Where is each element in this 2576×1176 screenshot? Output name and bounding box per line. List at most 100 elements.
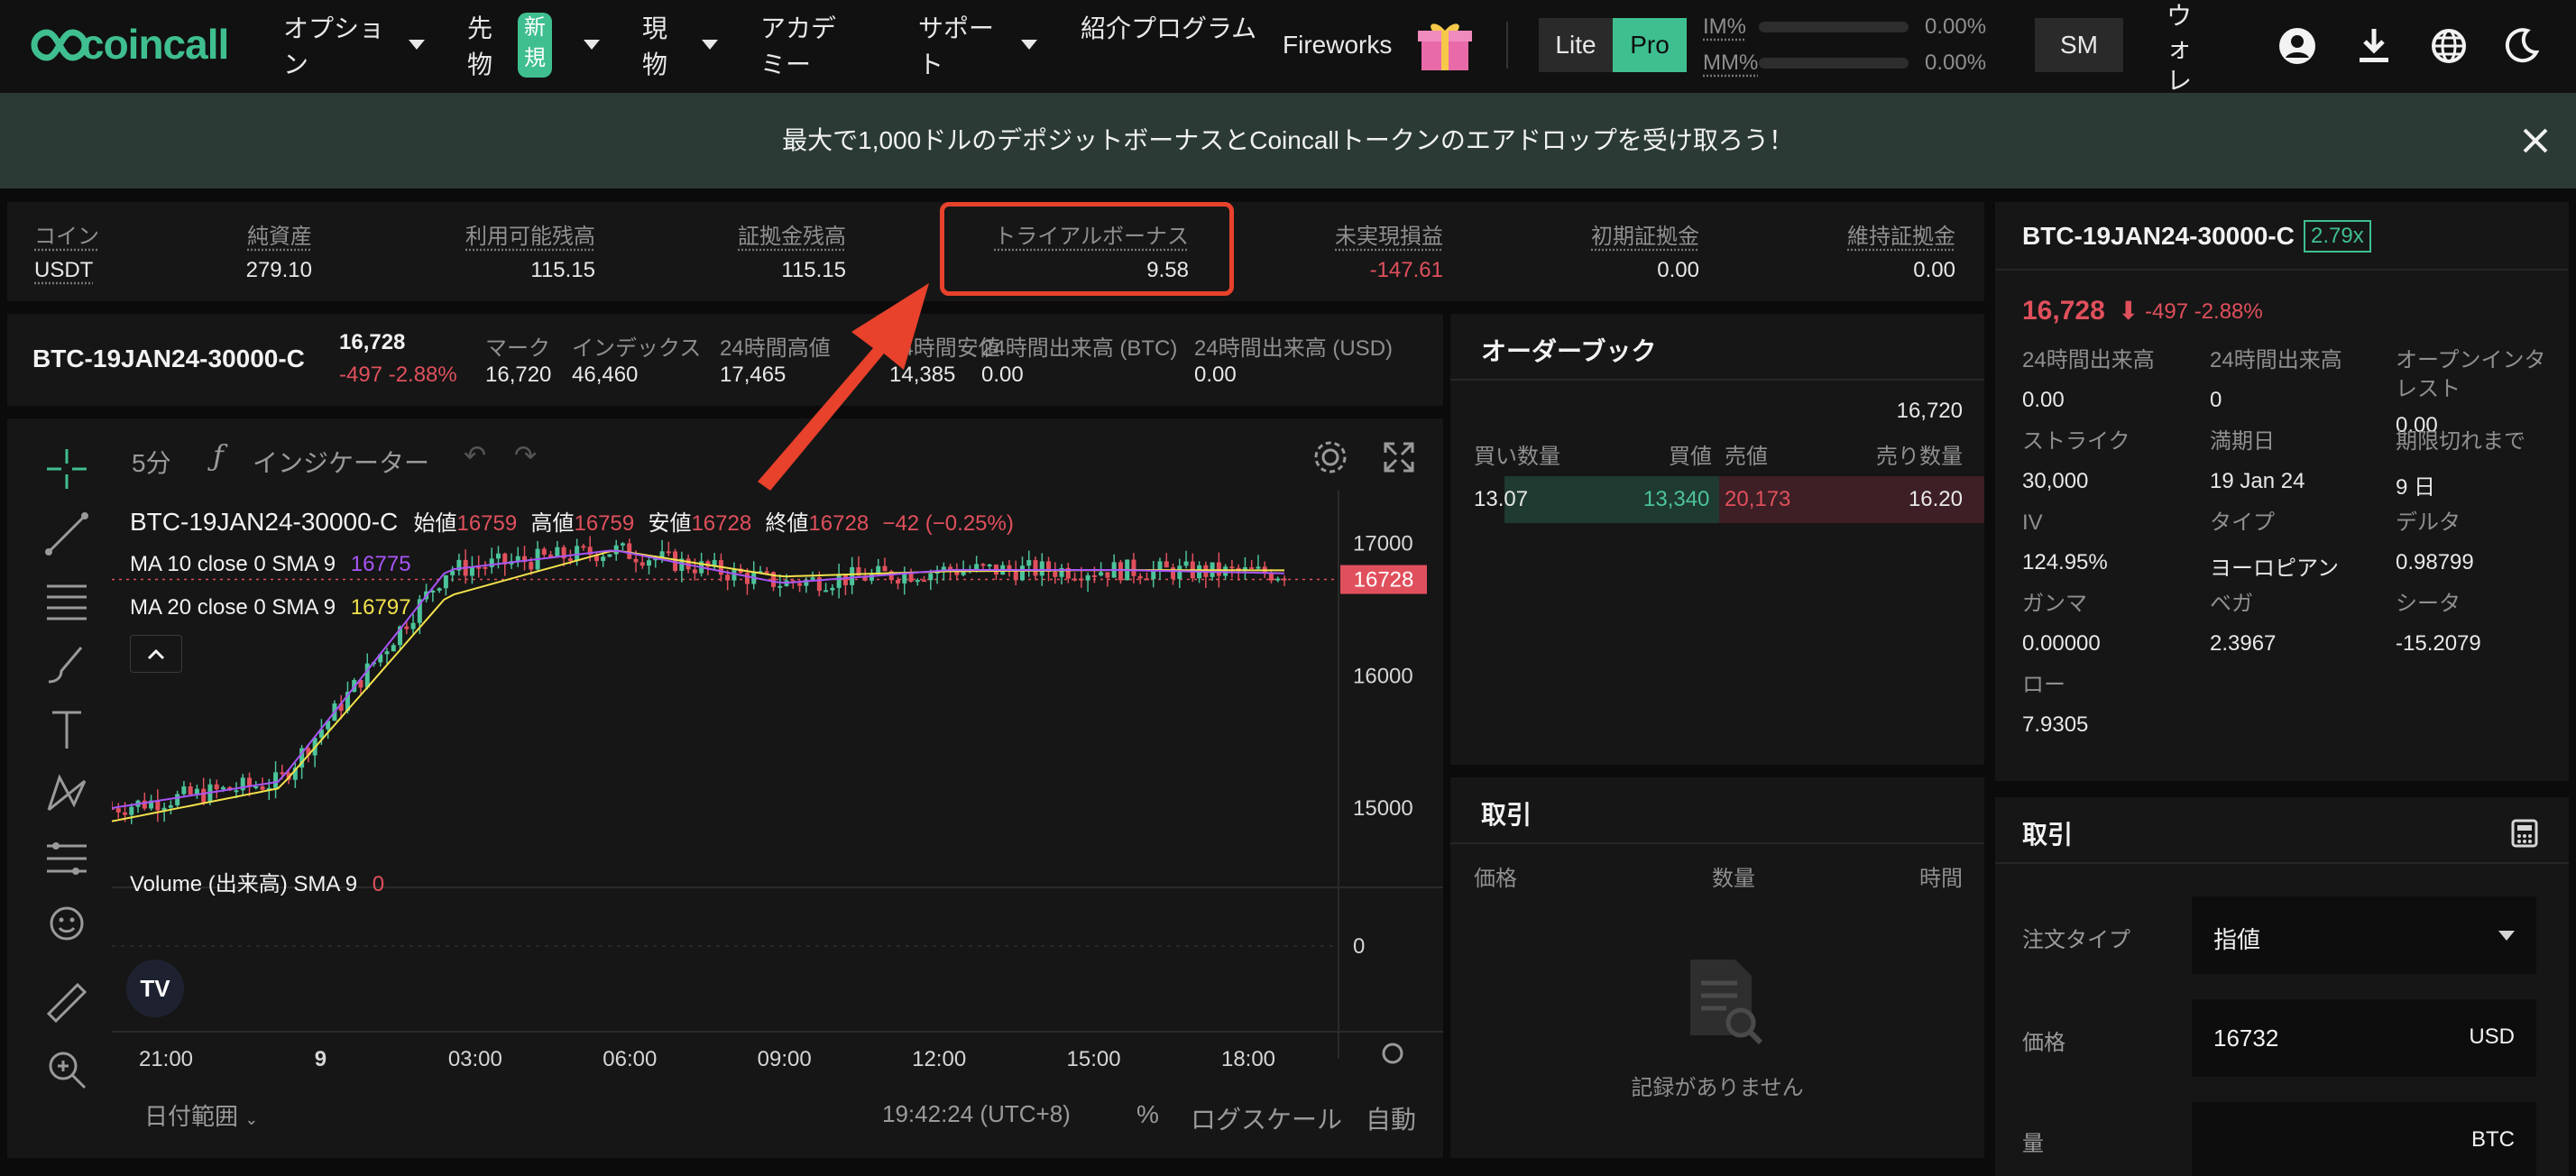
function-icon[interactable]: ƒ — [213, 438, 224, 473]
tradingview-logo[interactable]: TV — [126, 960, 184, 1017]
nav-referral[interactable]: 紹介プログラム — [1081, 11, 1288, 47]
candle-body — [384, 651, 390, 655]
date-range-label: 日付範囲 — [144, 1103, 239, 1130]
undo-icon[interactable]: ↶ — [464, 440, 486, 472]
nav-fireworks[interactable]: Fireworks — [1283, 27, 1392, 63]
fib-icon[interactable] — [41, 833, 92, 884]
date-range-selector[interactable]: 日付範囲 ⌄ — [144, 1098, 258, 1132]
download-icon[interactable] — [2356, 27, 2392, 65]
settings-icon[interactable] — [1311, 438, 1349, 476]
candle-body — [777, 585, 783, 588]
indicators-button[interactable]: インジケーター — [253, 444, 429, 480]
x-tick-label: 21:00 — [139, 1047, 193, 1071]
price-unit: USD — [2469, 1024, 2515, 1049]
bid-qty: 13.07 — [1474, 487, 1529, 511]
candle-body — [234, 790, 239, 793]
candle-body — [639, 562, 645, 566]
ticker-symbol[interactable]: BTC-19JAN24-30000-C — [32, 345, 305, 373]
calculator-icon[interactable] — [2511, 819, 2538, 848]
qty-input[interactable]: BTC — [2192, 1102, 2536, 1176]
collapse-legend-button[interactable] — [130, 635, 182, 673]
promo-text[interactable]: 最大で1,000ドルのデポジットボーナスとCoincallトークンのエアドロップ… — [0, 93, 2576, 188]
redo-icon[interactable]: ↷ — [514, 440, 537, 472]
account-col-label: 純資産 — [247, 225, 312, 249]
ma10-line — [112, 549, 1285, 809]
trend-line-icon[interactable] — [41, 509, 92, 559]
user-button[interactable]: SM — [2035, 18, 2123, 72]
nav-support[interactable]: サポート — [918, 11, 999, 83]
ticker-last: 16,728 — [339, 330, 406, 354]
candle-body — [1033, 560, 1038, 576]
candle-body — [1216, 562, 1221, 576]
mm-label: MM% — [1703, 51, 1759, 75]
nav-spot[interactable]: 現物 — [642, 11, 678, 83]
candle-body — [1177, 565, 1182, 579]
divider — [1995, 862, 2569, 864]
leverage-badge[interactable]: 2.79x — [2304, 220, 2371, 253]
gift-icon[interactable] — [1418, 20, 1472, 72]
ohlc-open-label: 始値 — [413, 511, 457, 536]
instrument-field-label: ガンマ — [2022, 592, 2087, 616]
globe-icon[interactable] — [2430, 27, 2468, 65]
zoom-in-icon[interactable] — [41, 1044, 92, 1095]
candle-body — [1157, 561, 1163, 570]
instrument-field-value: -15.2079 — [2396, 631, 2481, 656]
candle-body — [541, 548, 547, 556]
close-icon[interactable] — [2522, 127, 2549, 154]
candle-body — [1105, 572, 1110, 578]
fullscreen-icon[interactable] — [1382, 440, 1416, 474]
down-arrow-icon: ⬇ — [2118, 297, 2139, 325]
orderbook-row[interactable]: 13.07 13,340 20,173 16.20 — [1450, 476, 1984, 523]
price-input[interactable]: 16732 USD — [2192, 999, 2536, 1077]
order-type-select[interactable]: 指値 — [2192, 896, 2536, 974]
nav-options[interactable]: オプション — [283, 11, 391, 83]
ma10-legend: MA 10 close 0 SMA 9 16775 — [130, 552, 411, 577]
user-initials: SM — [2060, 31, 2098, 59]
log-scale-toggle[interactable]: ログスケール — [1191, 1100, 1342, 1136]
chart-legend: BTC-19JAN24-30000-C 始値16759 高値16759 安値16… — [130, 505, 1014, 537]
coincall-logo[interactable]: coincall — [29, 20, 229, 70]
candle-body — [201, 788, 207, 803]
orderbook-header-bid-qty: 買い数量 — [1474, 445, 1560, 469]
instrument-field-label: ベガ — [2210, 592, 2253, 616]
candle-body — [567, 558, 573, 562]
candle-body — [410, 622, 416, 629]
instrument-field-value: 7.9305 — [2022, 712, 2089, 737]
text-icon[interactable] — [41, 703, 92, 754]
nav-support-label: サポート — [918, 14, 995, 78]
ohlc-change: −42 (−0.25%) — [882, 511, 1014, 536]
percent-toggle[interactable]: % — [1136, 1100, 1159, 1129]
instrument-field-label: IV — [2022, 510, 2043, 535]
brush-icon[interactable] — [41, 639, 92, 689]
crosshair-icon[interactable] — [41, 444, 92, 494]
candle-body — [443, 574, 448, 589]
mode-pro-button[interactable]: Pro — [1613, 18, 1687, 72]
dark-mode-icon[interactable] — [2504, 27, 2540, 63]
price-input-value: 16732 — [2213, 1024, 2279, 1052]
price-chart[interactable]: 17000 16000 15000 0 21:00 9 03:00 06:00 09:00 12:… — [112, 491, 1443, 1158]
ruler-icon[interactable] — [41, 978, 92, 1028]
nav-futures[interactable]: 先物 — [467, 11, 503, 83]
candle-body — [188, 786, 193, 795]
candle-body — [247, 777, 253, 787]
candle-body — [273, 772, 279, 788]
account-col-value: 0.00 — [1913, 258, 1955, 282]
instrument-change: -497 -2.88% — [2145, 299, 2263, 324]
emoji-icon[interactable] — [41, 898, 92, 949]
candle-body — [581, 546, 586, 548]
candle-body — [1039, 561, 1044, 576]
mode-lite-button[interactable]: Lite — [1539, 18, 1613, 72]
horizontal-lines-icon[interactable] — [41, 574, 92, 624]
ma20-legend: MA 20 close 0 SMA 9 16797 — [130, 595, 411, 620]
candle-body — [896, 580, 901, 583]
chevron-down-icon — [702, 40, 718, 50]
interval-selector[interactable]: 5分 — [132, 444, 171, 480]
pattern-icon[interactable] — [41, 768, 92, 819]
nav-fireworks-label: Fireworks — [1283, 31, 1393, 59]
nav-academy[interactable]: アカデミー — [760, 11, 860, 83]
candle-body — [260, 786, 265, 790]
trades-header-price: 価格 — [1474, 867, 1517, 891]
auto-scale-toggle[interactable]: 自動 — [1366, 1100, 1416, 1136]
account-col-label: 利用可能残高 — [465, 225, 595, 249]
account-icon[interactable] — [2278, 27, 2316, 65]
